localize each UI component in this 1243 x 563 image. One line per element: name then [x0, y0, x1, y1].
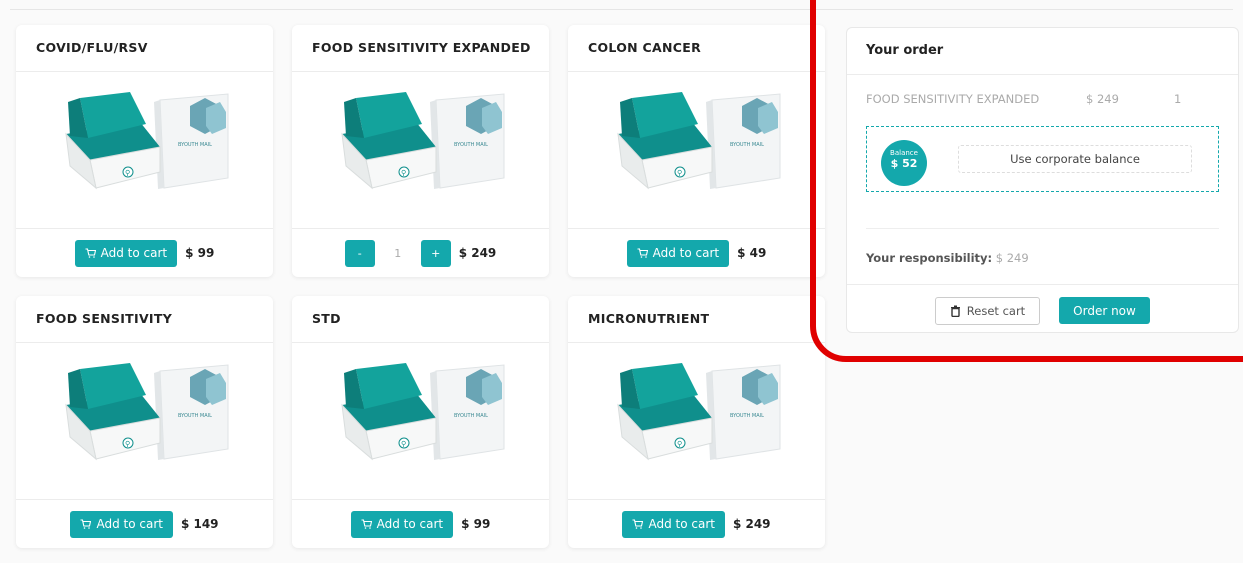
- add-to-cart-label: Add to cart: [652, 246, 720, 260]
- balance-label: Balance: [890, 149, 918, 157]
- quantity-value: 1: [394, 246, 402, 260]
- responsibility-line: Your responsibility: $ 249: [866, 251, 1029, 265]
- divider: [866, 228, 1219, 229]
- product-price: $ 49: [737, 246, 767, 260]
- order-panel: Your order FOOD SENSITIVITY EXPANDED $ 2…: [846, 27, 1239, 333]
- brand-text: BYOUTH MAIL: [454, 142, 488, 148]
- product-box-image: BYOUTH MAIL ⚲: [64, 363, 228, 461]
- add-to-cart-button[interactable]: Add to cart: [622, 510, 725, 538]
- cart-icon: [632, 519, 644, 529]
- product-box-image: BYOUTH MAIL ⚲: [616, 363, 780, 461]
- brand-text: BYOUTH MAIL: [730, 413, 764, 419]
- product-card-footer: Add to cart $ 99: [292, 500, 549, 548]
- plus-label: +: [431, 246, 441, 260]
- increment-button[interactable]: +: [420, 239, 451, 267]
- responsibility-value: $ 249: [995, 251, 1029, 265]
- order-item-qty: 1: [1174, 92, 1182, 106]
- brand-text: BYOUTH MAIL: [178, 142, 212, 148]
- product-card-footer: - 1 + $ 249: [292, 229, 549, 277]
- product-image-area: BYOUTH MAIL ⚲: [568, 343, 825, 500]
- product-title: MICRONUTRIENT: [568, 296, 825, 343]
- reset-cart-button[interactable]: Reset cart: [935, 297, 1040, 325]
- order-footer: Reset cart Order now: [847, 284, 1238, 333]
- product-card-footer: Add to cart $ 99: [16, 229, 273, 277]
- minus-label: -: [357, 246, 362, 260]
- product-title: COVID/FLU/RSV: [16, 25, 273, 72]
- decrement-button[interactable]: -: [344, 239, 375, 267]
- order-title: Your order: [847, 28, 1238, 75]
- add-to-cart-button[interactable]: Add to cart: [74, 239, 178, 267]
- top-divider: [10, 9, 1233, 10]
- product-price: $ 249: [732, 517, 771, 531]
- responsibility-label: Your responsibility:: [866, 251, 993, 265]
- product-image-area: BYOUTH MAIL ⚲: [568, 72, 825, 229]
- balance-amount: $ 52: [890, 157, 918, 170]
- order-now-button[interactable]: Order now: [1059, 297, 1150, 324]
- cart-icon: [637, 248, 648, 258]
- svg-text:⚲: ⚲: [677, 440, 682, 448]
- add-to-cart-label: Add to cart: [376, 517, 444, 531]
- add-to-cart-button[interactable]: Add to cart: [626, 239, 730, 267]
- brand-text: BYOUTH MAIL: [730, 142, 764, 148]
- product-card-footer: Add to cart $ 149: [16, 500, 273, 548]
- product-card: COLON CANCER BYOUTH MAIL ⚲ Add to cart $…: [568, 25, 825, 277]
- product-image-area: BYOUTH MAIL ⚲: [16, 343, 273, 500]
- svg-text:⚲: ⚲: [125, 440, 130, 448]
- product-title: COLON CANCER: [568, 25, 825, 72]
- product-title: STD: [292, 296, 549, 343]
- svg-text:⚲: ⚲: [125, 169, 130, 177]
- product-card: COVID/FLU/RSV BYOUTH MAIL ⚲ Add to cart …: [16, 25, 273, 277]
- product-image-area: BYOUTH MAIL ⚲: [292, 72, 549, 229]
- product-card: MICRONUTRIENT BYOUTH MAIL ⚲ Add to cart …: [568, 296, 825, 548]
- svg-text:⚲: ⚲: [677, 169, 682, 177]
- trash-icon: [950, 305, 960, 317]
- brand-text: BYOUTH MAIL: [454, 413, 488, 419]
- order-item-name: FOOD SENSITIVITY EXPANDED: [866, 92, 1040, 106]
- product-box-image: BYOUTH MAIL ⚲: [64, 92, 228, 190]
- svg-text:⚲: ⚲: [401, 169, 406, 177]
- add-to-cart-label: Add to cart: [96, 517, 163, 531]
- cart-icon: [361, 519, 372, 529]
- product-card: FOOD SENSITIVITY BYOUTH MAIL ⚲ Add to ca…: [16, 296, 273, 548]
- product-card-footer: Add to cart $ 49: [568, 229, 825, 277]
- use-corporate-balance-button[interactable]: Use corporate balance: [958, 145, 1192, 173]
- product-price: $ 149: [180, 517, 219, 531]
- corporate-balance-box: Balance $ 52 Use corporate balance: [866, 126, 1219, 192]
- product-box-image: BYOUTH MAIL ⚲: [340, 363, 504, 461]
- product-title: FOOD SENSITIVITY EXPANDED: [292, 25, 549, 72]
- add-to-cart-label: Add to cart: [648, 517, 715, 531]
- product-card: STD BYOUTH MAIL ⚲ Add to cart $ 99: [292, 296, 549, 548]
- cart-icon: [80, 519, 92, 529]
- add-to-cart-button[interactable]: Add to cart: [350, 510, 454, 538]
- product-box-image: BYOUTH MAIL ⚲: [340, 92, 504, 190]
- product-image-area: BYOUTH MAIL ⚲: [16, 72, 273, 229]
- product-card-footer: Add to cart $ 249: [568, 500, 825, 548]
- balance-badge: Balance $ 52: [881, 140, 927, 186]
- product-image-area: BYOUTH MAIL ⚲: [292, 343, 549, 500]
- product-card: FOOD SENSITIVITY EXPANDED BYOUTH MAIL ⚲ …: [292, 25, 549, 277]
- cart-icon: [85, 248, 96, 258]
- product-title: FOOD SENSITIVITY: [16, 296, 273, 343]
- product-price: $ 99: [185, 246, 215, 260]
- reset-cart-label: Reset cart: [966, 304, 1026, 318]
- add-to-cart-label: Add to cart: [100, 246, 168, 260]
- product-box-image: BYOUTH MAIL ⚲: [616, 92, 780, 190]
- brand-text: BYOUTH MAIL: [178, 413, 212, 419]
- svg-text:⚲: ⚲: [401, 440, 406, 448]
- product-price: $ 249: [458, 246, 497, 260]
- product-price: $ 99: [461, 517, 491, 531]
- order-item-price: $ 249: [1086, 92, 1119, 106]
- add-to-cart-button[interactable]: Add to cart: [70, 510, 173, 538]
